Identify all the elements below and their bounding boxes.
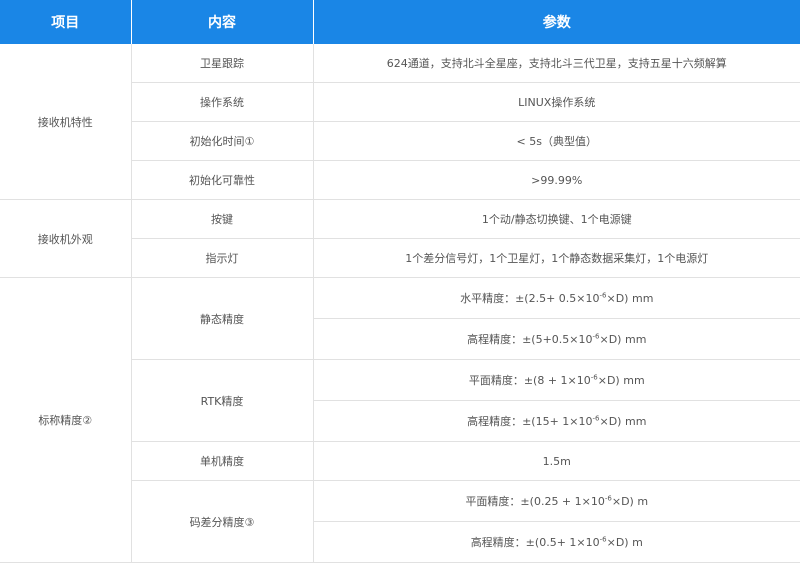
row-label: 单机精度: [130, 441, 314, 481]
group-nominal-accuracy: 标称精度②: [0, 277, 132, 563]
row-label: 卫星跟踪: [131, 44, 314, 83]
row-value: 高程精度：±(15+ 1×10-6×D) mm: [313, 400, 800, 442]
table-row: 接收机特性 卫星跟踪 624通道，支持北斗全星座，支持北斗三代卫星，支持五星十六…: [0, 44, 800, 200]
row-label: 静态精度: [130, 277, 314, 360]
row-value: 1.5m: [313, 441, 800, 481]
row-value: 高程精度：±(5+0.5×10-6×D) mm: [313, 318, 800, 360]
row-value: 水平精度：±(2.5+ 0.5×10-6×D) mm: [313, 277, 800, 319]
row-label: RTK精度: [130, 359, 314, 442]
row-value: < 5s（典型值）: [313, 121, 800, 161]
row-value: 624通道，支持北斗全星座，支持北斗三代卫星，支持五星十六频解算: [313, 44, 800, 83]
row-value: LINUX操作系统: [313, 82, 800, 122]
row-value: 1个动/静态切换键、1个电源键: [313, 199, 800, 239]
row-label: 初始化时间①: [131, 121, 314, 161]
table-row: 接收机外观 按键 1个动/静态切换键、1个电源键: [0, 199, 800, 278]
header-param: 参数: [313, 0, 800, 44]
row-label: 指示灯: [131, 238, 314, 278]
row-value: 1个差分信号灯，1个卫星灯，1个静态数据采集灯，1个电源灯: [313, 238, 800, 278]
spec-table: 项目 内容 参数 接收机特性 卫星跟踪 624通道，支持北斗全星座，支持北斗三代…: [0, 0, 800, 563]
row-label: 码差分精度③: [130, 480, 314, 563]
group-receiver-features: 接收机特性: [0, 44, 132, 200]
table-header-row: 项目 内容 参数: [0, 0, 800, 44]
row-value: 高程精度：±(0.5+ 1×10-6×D) m: [313, 521, 800, 563]
row-value: 平面精度：±(0.25 + 1×10-6×D) m: [313, 480, 800, 522]
header-content: 内容: [131, 0, 314, 44]
table-row: 标称精度② 静态精度 水平精度：±(2.5+ 0.5×10-6×D) mm: [0, 277, 800, 563]
row-label: 初始化可靠性: [131, 160, 314, 200]
row-label: 操作系统: [131, 82, 314, 122]
header-item: 项目: [0, 0, 132, 44]
group-receiver-appearance: 接收机外观: [0, 199, 132, 278]
row-value: 平面精度：±(8 + 1×10-6×D) mm: [313, 359, 800, 401]
row-value: >99.99%: [313, 160, 800, 200]
row-label: 按键: [131, 199, 314, 239]
